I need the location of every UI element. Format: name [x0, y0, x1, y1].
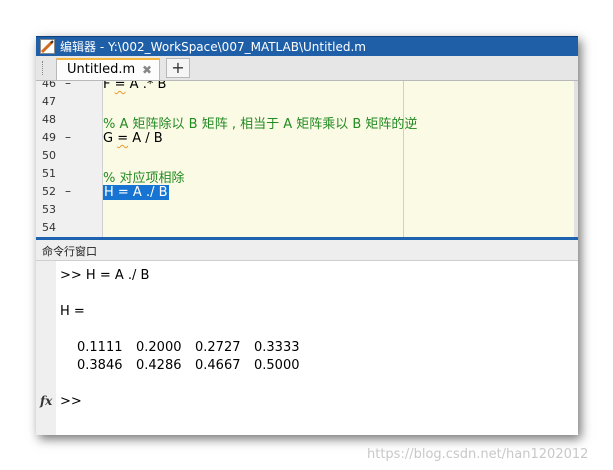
code-fragment: A / B [128, 131, 163, 146]
line-number: 52 [42, 185, 56, 198]
code-fragment: A .* B [125, 81, 167, 92]
tab-label: Untitled.m [67, 62, 136, 77]
code-line-47: 47 [36, 94, 578, 112]
code-line-52: 52 – H = A ./ B [36, 184, 578, 202]
matlab-editor-window: 编辑器 - Y:\002_WorkSpace\007_MATLAB\Untitl… [36, 36, 578, 435]
line-number: 54 [42, 221, 56, 234]
breakpoint-marker[interactable]: – [65, 81, 71, 90]
code-line-48: 48 % A 矩阵除以 B 矩阵 , 相当于 A 矩阵乘以 B 矩阵的逆 [36, 112, 578, 132]
close-tab-icon[interactable]: ✖ [142, 63, 152, 77]
command-window-title: 命令行窗口 [42, 245, 97, 258]
code-fragment: G [103, 131, 118, 146]
tab-strip-grip[interactable] [42, 61, 46, 75]
code-line-49: 49 – G = A / B [36, 130, 578, 148]
new-tab-button[interactable]: + [166, 58, 190, 78]
code-fragment: F [103, 81, 115, 92]
line-number: 53 [42, 203, 56, 216]
breakpoint-marker[interactable]: – [65, 130, 71, 144]
document-tab-strip: Untitled.m ✖ + [36, 56, 578, 81]
matrix-row: 0.3846 0.4286 0.4667 0.5000 [77, 358, 313, 373]
matrix-cell: 0.4667 [195, 358, 241, 373]
command-prompt-input[interactable]: >> [60, 394, 82, 409]
line-number: 46 [42, 81, 56, 90]
matrix-cell: 0.4286 [136, 358, 182, 373]
line-number: 48 [42, 113, 56, 126]
command-window-gutter [36, 261, 56, 435]
breakpoint-marker[interactable]: – [65, 184, 71, 198]
command-window[interactable]: >> H = A ./ B H = 0.1111 0.2000 0.2727 0.33… [36, 261, 578, 435]
matrix-cell: 0.2727 [195, 340, 241, 355]
result-variable-name: H = [60, 304, 85, 319]
window-title: 编辑器 - Y:\002_WorkSpace\007_MATLAB\Untitl… [60, 40, 366, 54]
command-window-header[interactable]: 命令行窗口 [36, 240, 578, 261]
line-number: 51 [42, 167, 56, 180]
watermark-text: https://blog.csdn.net/han1202012 [367, 447, 589, 462]
line-number: 47 [42, 95, 56, 108]
line-number: 50 [42, 149, 56, 162]
command-input-history: >> H = A ./ B [60, 268, 150, 283]
warning-underline: = [117, 131, 129, 146]
code-editor[interactable]: 46 – F = A .* B 47 48 % A 矩阵除以 B 矩阵 , 相当… [36, 81, 578, 240]
warning-underline: = [114, 81, 126, 92]
selected-code[interactable]: H = A ./ B [103, 185, 169, 200]
code-text: G = A / B [103, 131, 163, 146]
code-text: H = A ./ B [103, 185, 169, 200]
screenshot-stage: 编辑器 - Y:\002_WorkSpace\007_MATLAB\Untitl… [0, 0, 613, 470]
tab-untitled-m[interactable]: Untitled.m ✖ [56, 58, 160, 80]
matrix-cell: 0.5000 [254, 358, 300, 373]
matrix-cell: 0.3333 [254, 340, 300, 355]
code-line-53: 53 [36, 202, 578, 220]
matrix-cell: 0.2000 [136, 340, 182, 355]
matrix-cell: 0.3846 [77, 358, 123, 373]
matrix-cell: 0.1111 [77, 340, 123, 355]
code-line-51: 51 % 对应项相除 [36, 166, 578, 186]
function-browser-icon[interactable]: fx [40, 394, 52, 408]
code-text: F = A .* B [103, 81, 166, 92]
editor-pencil-icon [40, 39, 55, 54]
title-bar[interactable]: 编辑器 - Y:\002_WorkSpace\007_MATLAB\Untitl… [36, 36, 578, 57]
code-line-54: 54 [36, 220, 578, 237]
matrix-row: 0.1111 0.2000 0.2727 0.3333 [77, 340, 313, 355]
code-line-50: 50 [36, 148, 578, 166]
code-line-46: 46 – F = A .* B [36, 81, 578, 94]
line-number: 49 [42, 131, 56, 144]
